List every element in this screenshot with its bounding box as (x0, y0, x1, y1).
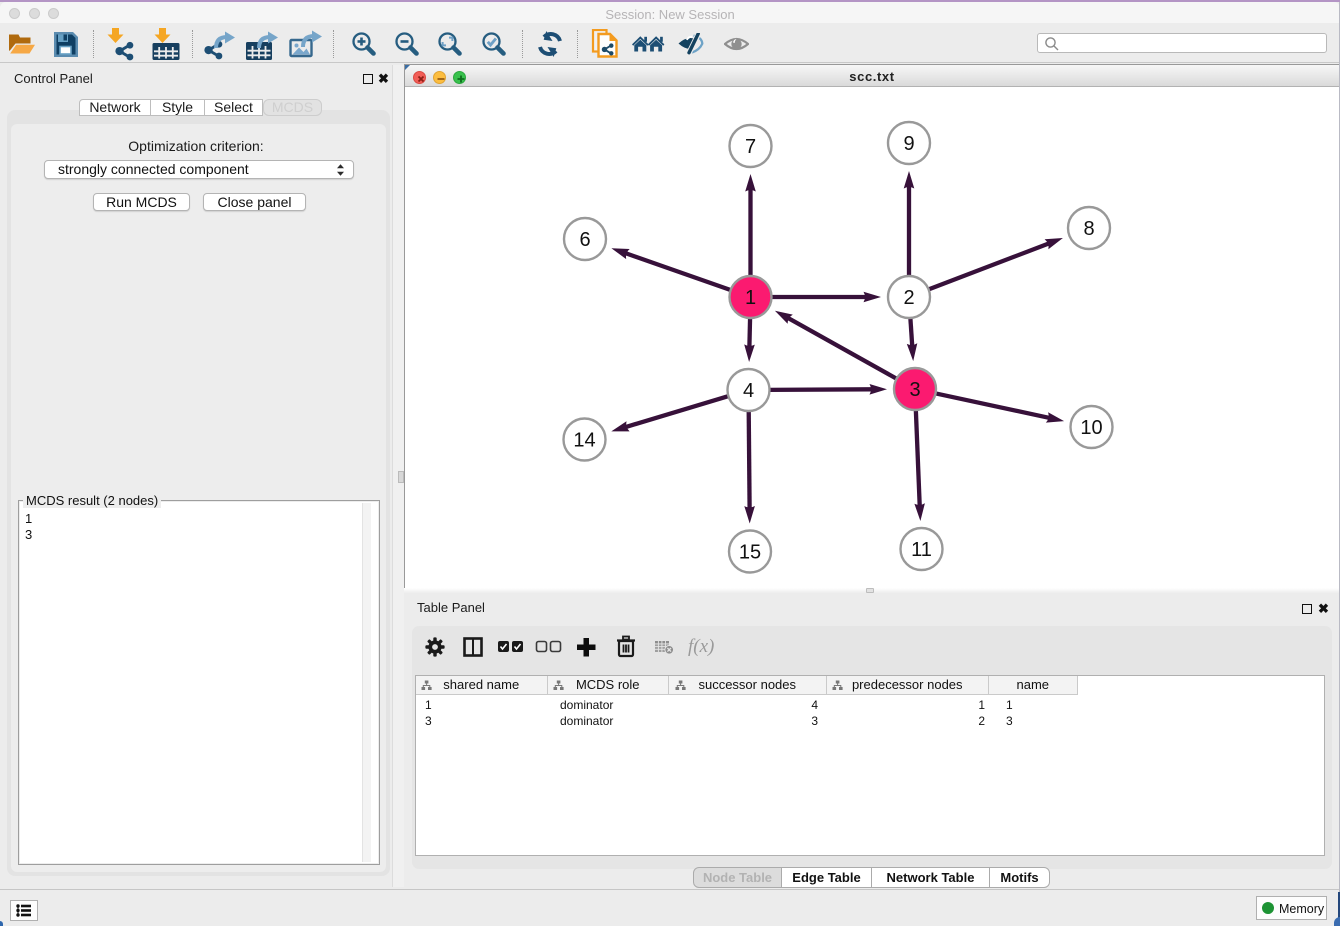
svg-text:7: 7 (745, 136, 756, 158)
svg-text:10: 10 (1080, 417, 1102, 439)
svg-text:11: 11 (911, 539, 932, 561)
svg-text:1: 1 (745, 287, 756, 309)
svg-text:2: 2 (903, 287, 914, 309)
svg-text:15: 15 (739, 542, 761, 564)
svg-text:8: 8 (1083, 218, 1094, 240)
svg-text:6: 6 (579, 229, 590, 251)
svg-text:9: 9 (903, 133, 914, 155)
svg-text:14: 14 (573, 430, 595, 452)
svg-text:3: 3 (909, 379, 920, 401)
svg-text:4: 4 (743, 380, 754, 402)
